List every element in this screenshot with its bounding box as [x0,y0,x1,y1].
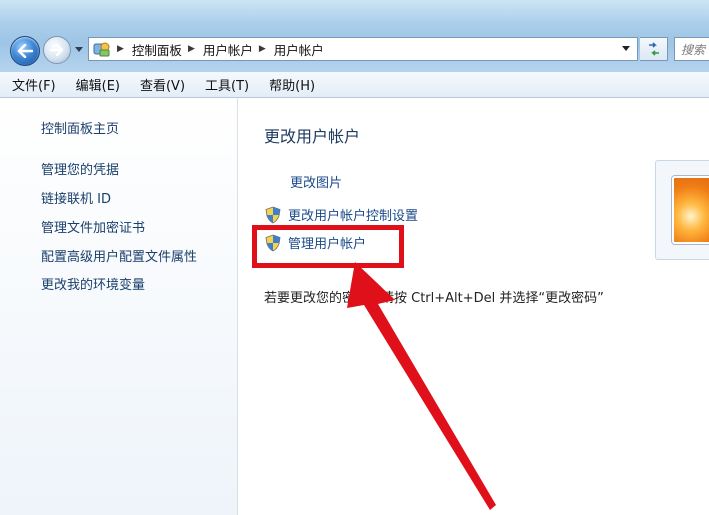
manage-encryption-certificates-link[interactable]: 管理文件加密证书 [41,217,145,236]
uac-settings-label: 更改用户帐户控制设置 [288,209,419,224]
back-button[interactable] [10,36,40,66]
user-account-tile[interactable] [655,160,709,260]
forward-button[interactable] [43,36,71,64]
recent-pages-button[interactable] [74,45,84,55]
breadcrumb-separator[interactable]: ▶ [117,44,124,54]
search-placeholder: 搜索 [681,42,706,57]
password-hint: 若要更改您的密码，请按 Ctrl+Alt+Del 并选择“更改密码” [264,291,604,306]
breadcrumb-user-accounts-current[interactable]: 用户帐户 [274,40,324,59]
manage-credentials-link[interactable]: 管理您的凭据 [41,159,119,178]
refresh-icon [648,42,659,56]
change-picture-link[interactable]: 更改图片 [290,172,342,191]
main-content: 更改用户帐户 更改图片 更改用户帐户控制设置 管理用户帐户 若要更改您的密码，请… [238,98,709,515]
search-input[interactable]: 搜索 [674,37,709,61]
control-panel-home-link[interactable]: 控制面板主页 [41,118,119,137]
menu-view[interactable]: 查看(V) [140,75,185,94]
environment-variables-link[interactable]: 更改我的环境变量 [41,274,145,293]
task-pane: 控制面板主页 管理您的凭据 链接联机 ID 管理文件加密证书 配置高级用户配置文… [0,98,238,515]
menu-file[interactable]: 文件(F) [12,75,56,94]
breadcrumb-control-panel[interactable]: 控制面板 [132,40,182,59]
menu-edit[interactable]: 编辑(E) [76,75,120,94]
link-online-id-link[interactable]: 链接联机 ID [41,188,111,207]
breadcrumb-separator[interactable]: ▶ [188,44,195,54]
address-dropdown-button[interactable] [619,38,633,60]
advanced-profile-properties-link[interactable]: 配置高级用户配置文件属性 [41,246,197,265]
forward-arrow-icon [50,44,64,56]
breadcrumb-user-accounts[interactable]: 用户帐户 [203,40,253,59]
page-title: 更改用户帐户 [264,127,361,146]
refresh-button[interactable] [640,37,668,61]
menu-bar: 文件(F) 编辑(E) 查看(V) 工具(T) 帮助(H) [0,72,709,98]
uac-settings-link[interactable]: 更改用户帐户控制设置 [264,205,418,224]
back-arrow-icon [17,44,33,58]
window-title-area: ▶ 控制面板 ▶ 用户帐户 ▶ 用户帐户 搜索 [0,0,709,72]
address-bar[interactable]: ▶ 控制面板 ▶ 用户帐户 ▶ 用户帐户 [88,37,638,61]
menu-tools[interactable]: 工具(T) [205,75,249,94]
annotation-highlight-box [252,225,404,268]
chevron-down-icon [75,47,83,52]
user-picture-icon [672,176,709,244]
control-panel-icon [93,40,111,58]
shield-icon [264,206,282,224]
breadcrumb-separator[interactable]: ▶ [259,44,266,54]
menu-help[interactable]: 帮助(H) [269,75,315,94]
chevron-down-icon [622,46,630,51]
